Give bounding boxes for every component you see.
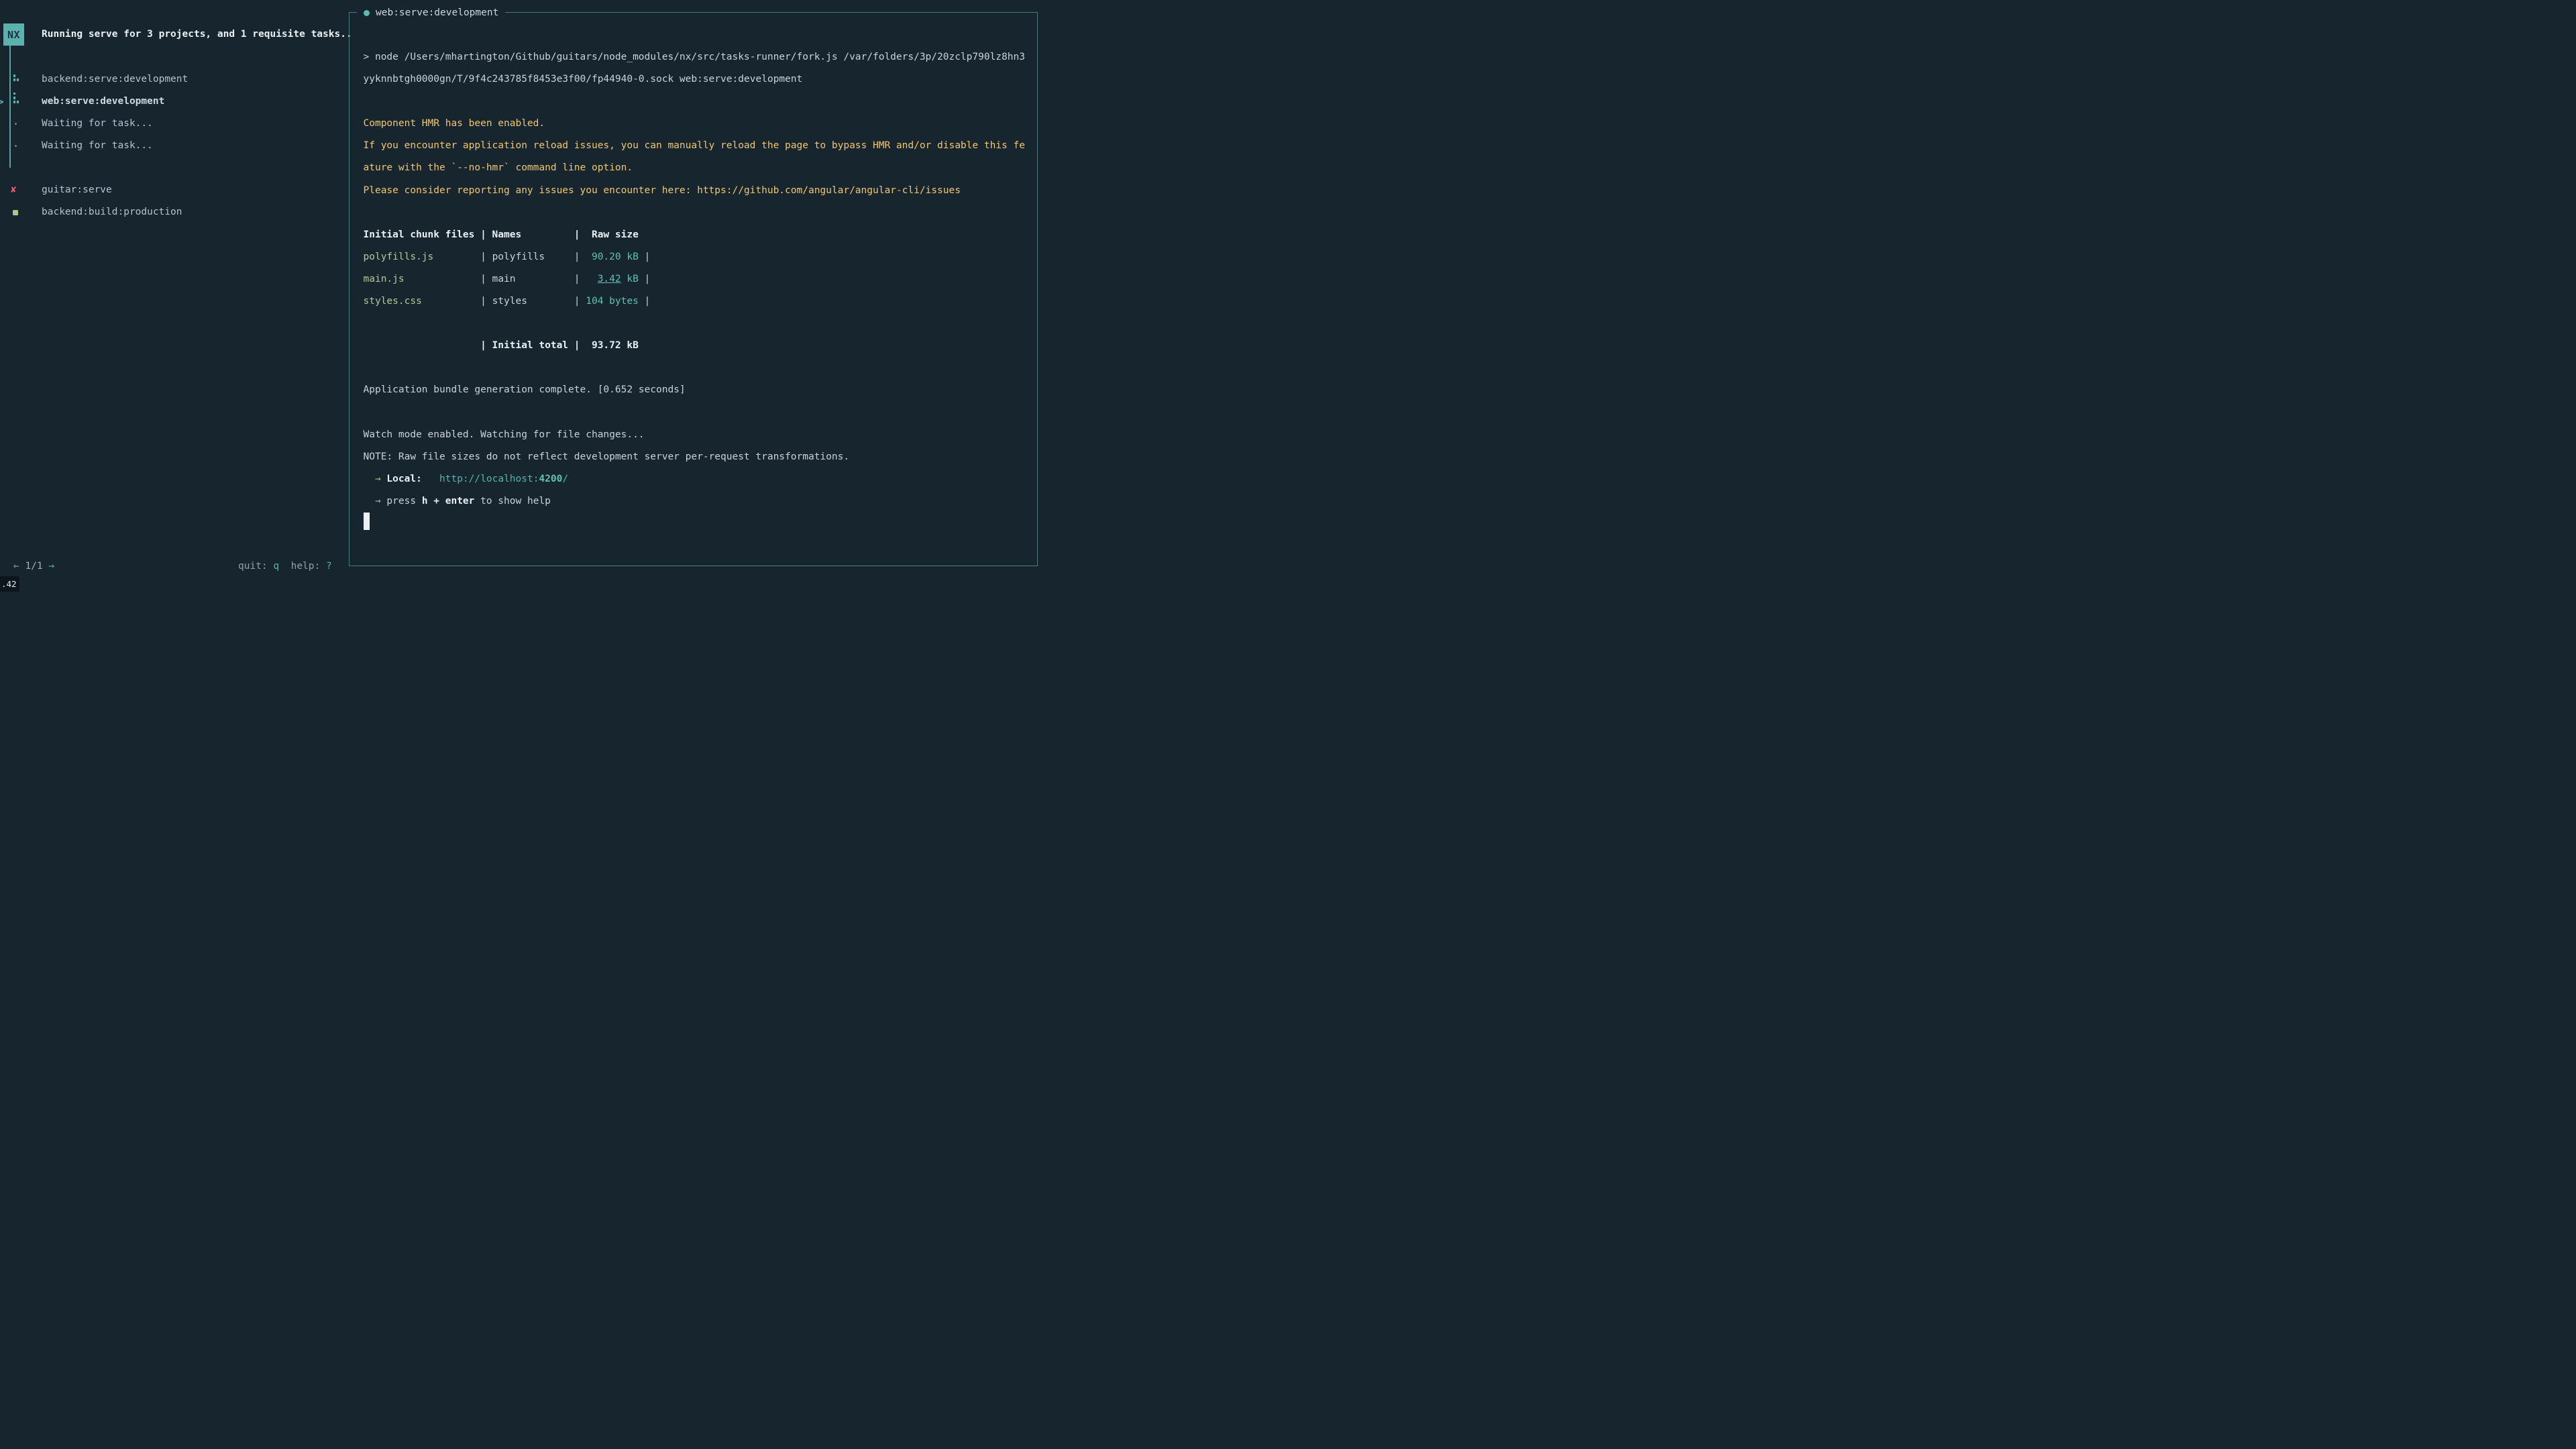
task-row[interactable]: ✘ guitar:serve: [0, 179, 343, 201]
task-row[interactable]: > web:serve:development: [0, 91, 343, 113]
text-segment: Watch mode enabled. Watching for file ch…: [364, 429, 645, 440]
quit-hint-label: quit:: [238, 561, 273, 572]
help-hint-label: help:: [279, 561, 326, 572]
keyboard-hints: quit: q help: ?: [238, 561, 332, 572]
task-row[interactable]: Waiting for task...: [0, 135, 343, 157]
text-segment: | styles |: [422, 296, 580, 307]
text-segment: [422, 474, 439, 484]
spinner-icon: [12, 96, 20, 109]
text-segment: ature with the `--no-hmr` command line o…: [364, 162, 633, 173]
text-segment: | main |: [405, 274, 598, 284]
text-segment: Application bundle generation complete. …: [364, 384, 686, 395]
text-segment: |: [639, 252, 650, 262]
success-square-icon: [13, 210, 18, 215]
terminal-cursor: [364, 513, 370, 530]
nx-terminal-ui: NX Running serve for 3 projects, and 1 r…: [0, 0, 1052, 592]
text-segment: press: [386, 496, 421, 506]
text-segment: →: [364, 474, 387, 484]
text-segment: If you encounter application reload issu…: [364, 140, 1025, 151]
text-segment: h + enter: [422, 496, 475, 506]
nx-logo: NX: [3, 23, 24, 46]
running-bullet-icon: [364, 10, 370, 16]
task-label: Waiting for task...: [42, 113, 153, 135]
text-segment: Initial chunk files | Names | Raw size: [364, 229, 639, 240]
text-segment: |: [639, 296, 650, 307]
text-segment: kB: [621, 274, 639, 284]
text-segment: > node /Users/mhartington/Github/guitars…: [364, 52, 1025, 62]
text-segment: to show help: [474, 496, 551, 506]
localhost-link[interactable]: http://localhost:: [439, 474, 539, 484]
task-label: backend:serve:development: [42, 68, 188, 91]
prev-page-arrow-icon[interactable]: ←: [13, 561, 19, 572]
run-summary-header: Running serve for 3 projects, and 1 requ…: [42, 29, 352, 40]
completed-task-list: ✘ guitar:servebackend:build:production: [0, 179, 343, 223]
corner-overlay-badge: .42: [0, 576, 19, 592]
running-task-list: backend:serve:development > web:serve:deve…: [0, 68, 343, 157]
text-segment: yyknnbtgh0000gn/T/9f4c243785f8453e3f00/f…: [364, 74, 803, 85]
text-segment: →: [364, 496, 387, 506]
text-segment: styles.css: [364, 296, 422, 307]
waiting-dot-icon: [15, 123, 17, 125]
text-segment: |: [639, 274, 650, 284]
quit-key: q: [273, 561, 279, 572]
localhost-link[interactable]: 4200: [539, 474, 562, 484]
task-row[interactable]: backend:build:production: [0, 201, 343, 223]
text-segment: 3.42: [598, 274, 621, 284]
task-label: Waiting for task...: [42, 135, 153, 157]
task-output-panel[interactable]: web:serve:development > node /Users/mhar…: [349, 12, 1038, 566]
text-segment: | polyfills |: [433, 252, 580, 262]
localhost-link[interactable]: /: [562, 474, 568, 484]
page-label: 1/1: [25, 561, 42, 572]
text-segment: polyfills.js: [364, 252, 434, 262]
text-segment: 90.20 kB: [580, 252, 639, 262]
task-label: guitar:serve: [42, 179, 112, 201]
panel-title: web:serve:development: [357, 6, 505, 20]
text-segment: NOTE: Raw file sizes do not reflect deve…: [364, 451, 850, 462]
task-row[interactable]: Waiting for task...: [0, 113, 343, 135]
terminal-output: > node /Users/mhartington/Github/guitars…: [364, 46, 1025, 535]
text-segment: 104 bytes: [580, 296, 639, 307]
text-segment: Local:: [386, 474, 421, 484]
waiting-dot-icon: [15, 145, 17, 147]
help-key: ?: [326, 561, 332, 572]
task-label: web:serve:development: [42, 91, 164, 113]
text-segment: Please consider reporting any issues you…: [364, 185, 961, 196]
text-segment: Component HMR has been enabled.: [364, 118, 545, 129]
next-page-arrow-icon[interactable]: →: [48, 561, 54, 572]
panel-title-label: web:serve:development: [376, 6, 498, 20]
page-indicator: ← 1/1 →: [13, 561, 54, 572]
failed-cross-icon: ✘: [11, 179, 16, 201]
task-label: backend:build:production: [42, 201, 182, 223]
text-segment: main.js: [364, 274, 405, 284]
task-row[interactable]: backend:serve:development: [0, 68, 343, 91]
spinner-icon: [12, 74, 20, 87]
text-segment: | Initial total | 93.72 kB: [364, 340, 639, 351]
selected-chevron-icon: >: [0, 91, 4, 113]
